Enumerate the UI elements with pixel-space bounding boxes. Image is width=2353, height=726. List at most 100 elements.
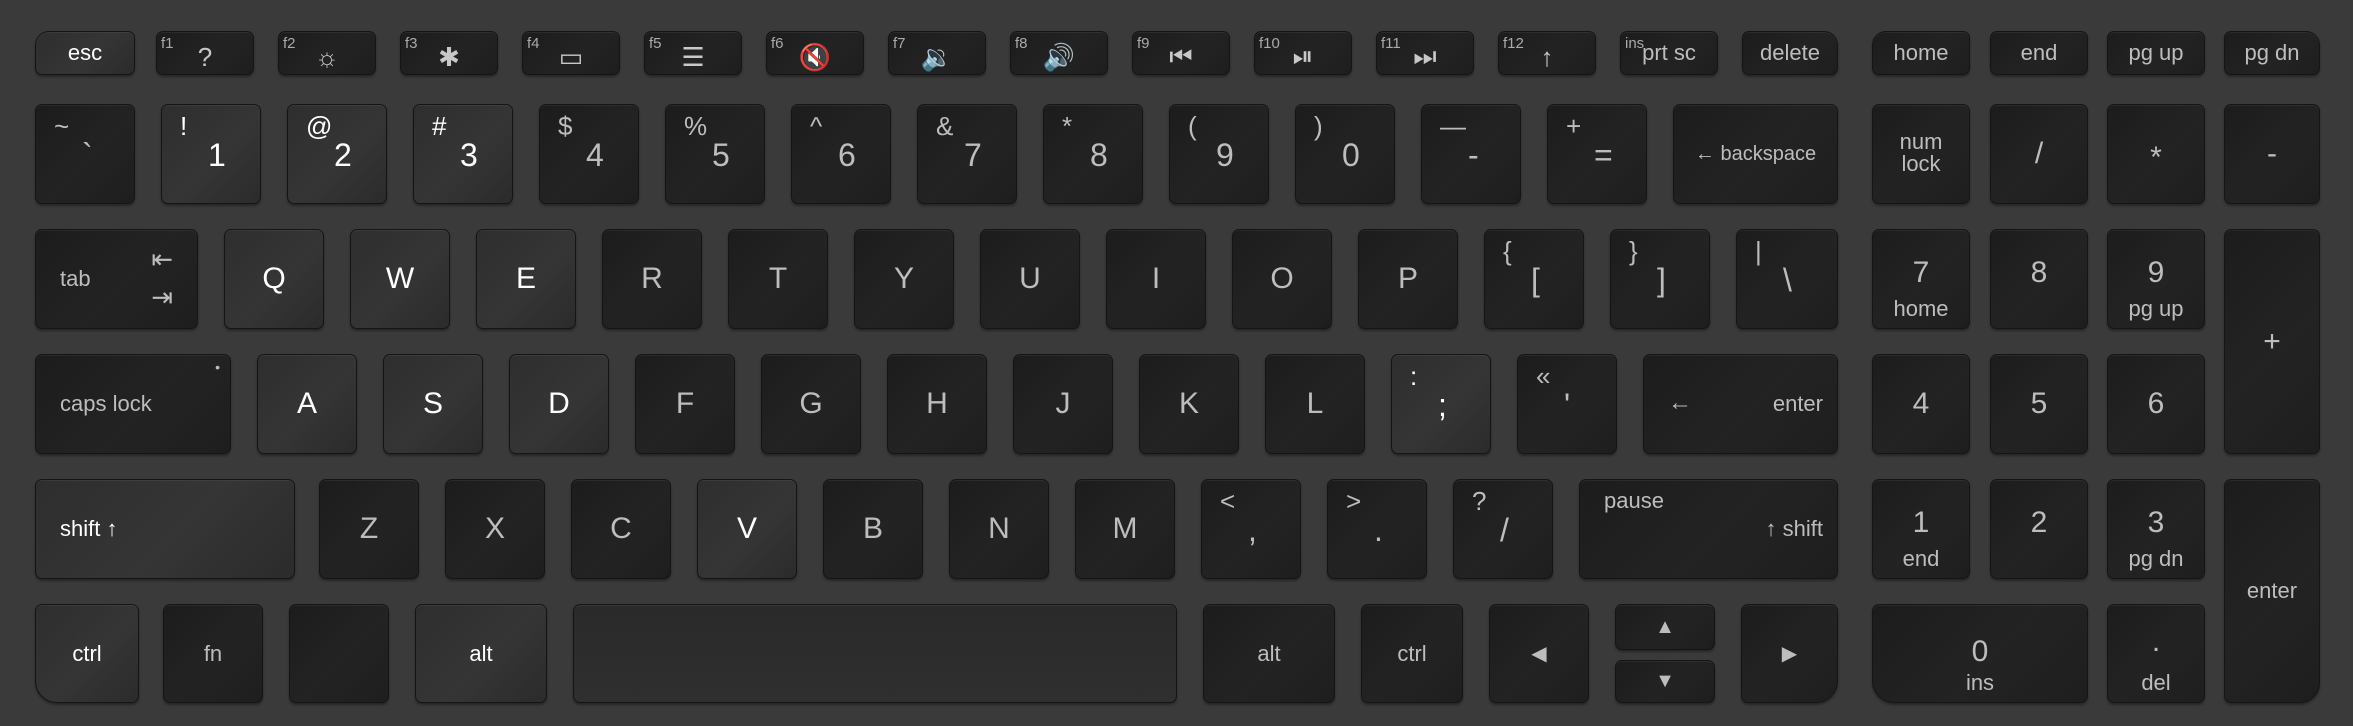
key-g[interactable]: G: [761, 354, 861, 454]
key-f1[interactable]: f1 ?: [156, 31, 254, 75]
key-f11[interactable]: f11 ⏭: [1376, 31, 1474, 75]
key-f9[interactable]: f9 ⏮: [1132, 31, 1230, 75]
key-left-alt[interactable]: alt: [415, 604, 547, 703]
key-u[interactable]: U: [980, 229, 1080, 329]
key-num-lock[interactable]: num lock: [1872, 104, 1970, 204]
key-f7[interactable]: f7 🔉: [888, 31, 986, 75]
key-pg-up[interactable]: pg up: [2107, 31, 2205, 75]
key-numpad-6[interactable]: 6: [2107, 354, 2205, 454]
key-left-bracket[interactable]: { [: [1484, 229, 1584, 329]
key-numpad-slash[interactable]: /: [1990, 104, 2088, 204]
key-quote[interactable]: « ': [1517, 354, 1617, 454]
key-numpad-star[interactable]: *: [2107, 104, 2205, 204]
key-z[interactable]: Z: [319, 479, 419, 579]
key-f4[interactable]: f4 ▭: [522, 31, 620, 75]
key-a[interactable]: A: [257, 354, 357, 454]
key-v[interactable]: V: [697, 479, 797, 579]
key-blank[interactable]: [289, 604, 389, 703]
key-numpad-enter[interactable]: enter: [2224, 479, 2320, 703]
key-j[interactable]: J: [1013, 354, 1113, 454]
key-period[interactable]: > .: [1327, 479, 1427, 579]
key-k[interactable]: K: [1139, 354, 1239, 454]
key-f5[interactable]: f5 ☰: [644, 31, 742, 75]
key-numpad-5[interactable]: 5: [1990, 354, 2088, 454]
key-e[interactable]: E: [476, 229, 576, 329]
key-f8[interactable]: f8 🔊: [1010, 31, 1108, 75]
key-numpad-minus[interactable]: -: [2224, 104, 2320, 204]
key-tab[interactable]: tab ⇤ ⇥: [35, 229, 198, 329]
key-home[interactable]: home: [1872, 31, 1970, 75]
key-3[interactable]: # 3: [413, 104, 513, 204]
key-caps-lock[interactable]: • caps lock: [35, 354, 231, 454]
key-numpad-3[interactable]: 3 pg dn: [2107, 479, 2205, 579]
key-f3[interactable]: f3 ✱: [400, 31, 498, 75]
key-prt-sc[interactable]: ins prt sc: [1620, 31, 1718, 75]
key-delete[interactable]: delete: [1742, 31, 1838, 75]
key-arrow-right[interactable]: ▶: [1741, 604, 1838, 703]
key-o[interactable]: O: [1232, 229, 1332, 329]
key-right-alt[interactable]: alt: [1203, 604, 1335, 703]
key-esc[interactable]: esc: [35, 31, 135, 75]
key-x[interactable]: X: [445, 479, 545, 579]
key-0[interactable]: ) 0: [1295, 104, 1395, 204]
key-m[interactable]: M: [1075, 479, 1175, 579]
key-f[interactable]: F: [635, 354, 735, 454]
key-q[interactable]: Q: [224, 229, 324, 329]
key-comma[interactable]: < ,: [1201, 479, 1301, 579]
key-t[interactable]: T: [728, 229, 828, 329]
key-9[interactable]: ( 9: [1169, 104, 1269, 204]
key-i[interactable]: I: [1106, 229, 1206, 329]
key-f12[interactable]: f12 ↑: [1498, 31, 1596, 75]
key-y[interactable]: Y: [854, 229, 954, 329]
key-semicolon[interactable]: : ;: [1391, 354, 1491, 454]
key-equals[interactable]: + =: [1547, 104, 1647, 204]
key-end[interactable]: end: [1990, 31, 2088, 75]
key-f10[interactable]: f10 ⏯: [1254, 31, 1352, 75]
key-right-ctrl[interactable]: ctrl: [1361, 604, 1463, 703]
key-n[interactable]: N: [949, 479, 1049, 579]
key-right-shift[interactable]: pause ↑ shift: [1579, 479, 1838, 579]
key-fn[interactable]: fn: [163, 604, 263, 703]
key-numpad-7[interactable]: 7 home: [1872, 229, 1970, 329]
key-numpad-2[interactable]: 2: [1990, 479, 2088, 579]
key-arrow-up[interactable]: ▲: [1615, 604, 1715, 650]
key-f2[interactable]: f2 ☼: [278, 31, 376, 75]
key-left-shift[interactable]: shift ↑: [35, 479, 295, 579]
key-d[interactable]: D: [509, 354, 609, 454]
key-5[interactable]: % 5: [665, 104, 765, 204]
key-1[interactable]: ! 1: [161, 104, 261, 204]
key-right-bracket[interactable]: } ]: [1610, 229, 1710, 329]
key-6[interactable]: ^ 6: [791, 104, 891, 204]
key-4[interactable]: $ 4: [539, 104, 639, 204]
key-arrow-down[interactable]: ▼: [1615, 660, 1715, 703]
key-b[interactable]: B: [823, 479, 923, 579]
key-pg-dn[interactable]: pg dn: [2224, 31, 2320, 75]
key-slash[interactable]: ? /: [1453, 479, 1553, 579]
key-backspace[interactable]: ← backspace: [1673, 104, 1838, 204]
key-numpad-dot[interactable]: . del: [2107, 604, 2205, 703]
key-7[interactable]: & 7: [917, 104, 1017, 204]
key-8[interactable]: * 8: [1043, 104, 1143, 204]
key-numpad-9[interactable]: 9 pg up: [2107, 229, 2205, 329]
key-minus[interactable]: — -: [1421, 104, 1521, 204]
key-numpad-plus[interactable]: +: [2224, 229, 2320, 454]
key-arrow-left[interactable]: ◀: [1489, 604, 1589, 703]
key-l[interactable]: L: [1265, 354, 1365, 454]
key-p[interactable]: P: [1358, 229, 1458, 329]
key-numpad-8[interactable]: 8: [1990, 229, 2088, 329]
key-r[interactable]: R: [602, 229, 702, 329]
key-backslash[interactable]: | \: [1736, 229, 1838, 329]
key-2[interactable]: @ 2: [287, 104, 387, 204]
key-left-ctrl[interactable]: ctrl: [35, 604, 139, 703]
key-w[interactable]: W: [350, 229, 450, 329]
key-f6[interactable]: f6 🔇: [766, 31, 864, 75]
key-numpad-0[interactable]: 0 ins: [1872, 604, 2088, 703]
key-c[interactable]: C: [571, 479, 671, 579]
key-space[interactable]: [573, 604, 1177, 703]
key-h[interactable]: H: [887, 354, 987, 454]
key-numpad-1[interactable]: 1 end: [1872, 479, 1970, 579]
key-s[interactable]: S: [383, 354, 483, 454]
key-enter[interactable]: ← enter: [1643, 354, 1838, 454]
key-numpad-4[interactable]: 4: [1872, 354, 1970, 454]
key-backtick[interactable]: ~ `: [35, 104, 135, 204]
